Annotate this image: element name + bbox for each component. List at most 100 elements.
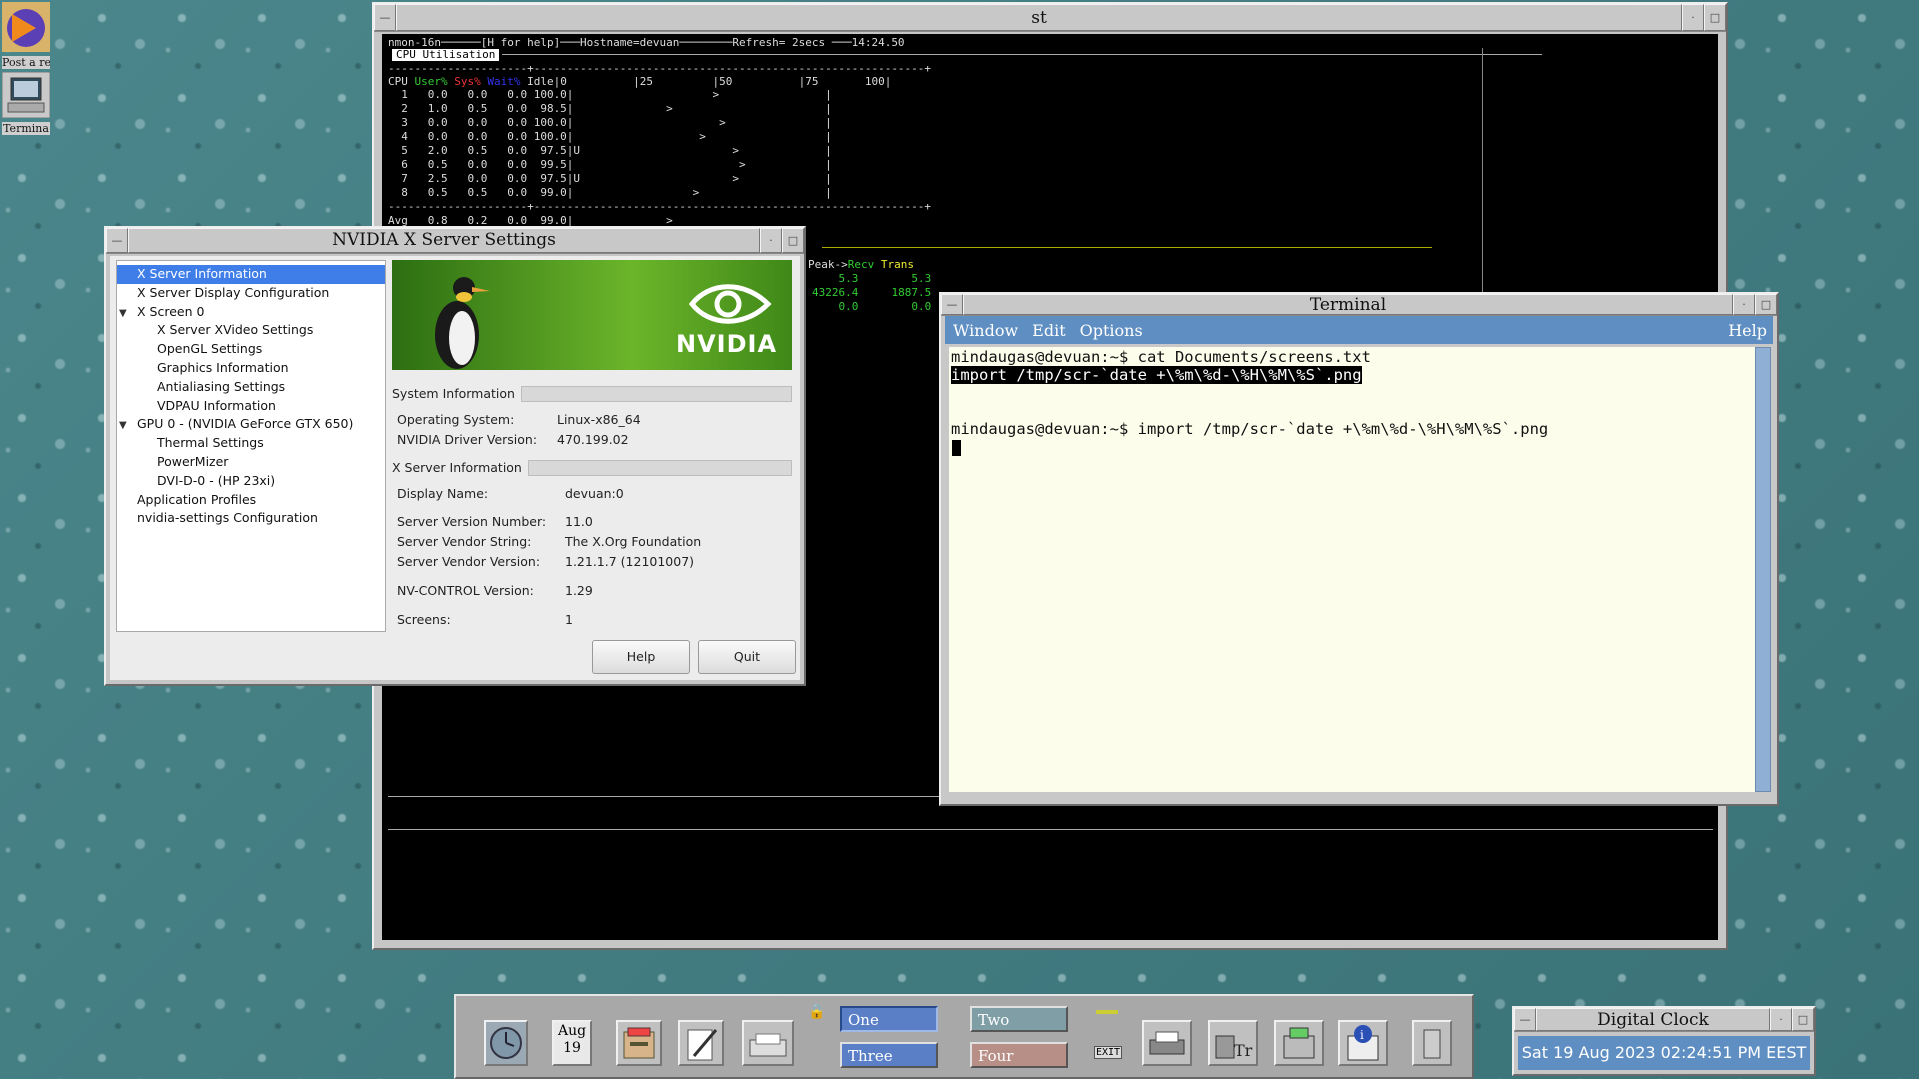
desktop-icon-post[interactable]: Post a re <box>2 2 50 69</box>
window-menu-button[interactable]: — <box>374 4 396 31</box>
tree-item[interactable]: ▼ X Screen 0 <box>117 303 385 322</box>
tree-item-label: VDPAU Information <box>157 397 276 413</box>
workspace-one-button[interactable]: One <box>840 1006 938 1032</box>
tree-item[interactable]: VDPAU Information <box>117 397 385 416</box>
workspace-three-button[interactable]: Three <box>840 1042 938 1068</box>
tree-item[interactable]: Antialiasing Settings <box>117 378 385 397</box>
col-wait: Wait% <box>487 75 521 88</box>
exit-left-icon[interactable] <box>808 1042 828 1062</box>
tree-item[interactable]: X Server Information <box>117 265 385 284</box>
net-peak-label: Peak-> <box>808 258 848 271</box>
calendar-button[interactable]: Aug 19 <box>552 1020 592 1066</box>
terminal-scrollbar[interactable] <box>1755 347 1771 792</box>
quit-button[interactable]: Quit <box>698 640 796 674</box>
maximize-button[interactable]: □ <box>1792 1008 1814 1031</box>
minimize-button[interactable]: · <box>760 228 782 253</box>
cpu-row: 1 0.0 0.0 0.0 100.0| > | <box>388 88 832 101</box>
workspace-four-button[interactable]: Four <box>970 1042 1068 1068</box>
clock-app-button[interactable] <box>484 1020 528 1066</box>
tree-item-label: X Screen 0 <box>136 303 205 319</box>
exit-button[interactable]: EXIT <box>1094 1046 1123 1059</box>
maximize-button[interactable]: □ <box>1704 4 1726 31</box>
cpu-row: 3 0.0 0.0 0.0 100.0| > | <box>388 116 832 129</box>
screens-row: Screens: 1 <box>397 612 573 627</box>
col-cpu: CPU <box>388 75 408 88</box>
tree-item[interactable]: Application Profiles <box>117 491 385 510</box>
desktop-icon-terminal-label: Termina <box>2 122 50 135</box>
tree-item[interactable]: PowerMizer <box>117 453 385 472</box>
tree-item-label: Application Profiles <box>137 491 257 507</box>
expander-icon[interactable]: ▼ <box>119 417 133 436</box>
tree-item-label: Thermal Settings <box>157 435 264 451</box>
screens-value: 1 <box>565 612 573 627</box>
menu-edit[interactable]: Edit <box>1032 321 1065 340</box>
minimize-button[interactable]: · <box>1682 4 1704 31</box>
minimize-button[interactable]: · <box>1770 1008 1792 1031</box>
nvctrl-label: NV-CONTROL Version: <box>397 583 534 598</box>
cpu-row: 7 2.5 0.0 0.0 97.5|U > | <box>388 172 832 185</box>
workspace-two-button[interactable]: Two <box>970 1006 1068 1032</box>
digital-clock-window: — Digital Clock · □ Sat 19 Aug 2023 02:2… <box>1512 1006 1816 1076</box>
terminal-titlebar[interactable]: — Terminal · □ <box>941 294 1777 316</box>
clock-time: Sat 19 Aug 2023 02:24:51 PM EEST <box>1518 1036 1810 1070</box>
tree-item-label: X Server Information <box>137 266 267 281</box>
mail-button[interactable] <box>742 1020 794 1066</box>
trash-button[interactable] <box>1412 1020 1452 1066</box>
tree-item[interactable]: Graphics Information <box>117 359 385 378</box>
driver-row: NVIDIA Driver Version: 470.199.02 <box>397 432 629 447</box>
file-cabinet-icon <box>623 1027 655 1059</box>
desktop-icon-post-label: Post a re <box>2 56 50 69</box>
help-button[interactable]: Help <box>592 640 690 674</box>
nvidia-logo-text: NVIDIA <box>676 330 778 358</box>
style-manager-button[interactable]: Tr <box>1208 1020 1258 1066</box>
terminal-window: — Terminal · □ Window Edit Options Help … <box>939 292 1779 806</box>
nvidia-titlebar[interactable]: — NVIDIA X Server Settings · □ <box>106 228 804 254</box>
terminal-line: mindaugas@devuan:~$ cat Documents/screen… <box>951 348 1371 366</box>
tree-item-label: GPU 0 - (NVIDIA GeForce GTX 650) <box>136 416 354 432</box>
printer-button[interactable] <box>1142 1020 1192 1066</box>
tree-item[interactable]: OpenGL Settings <box>117 340 385 359</box>
maximize-button[interactable]: □ <box>1755 294 1777 315</box>
clock-icon <box>490 1027 522 1059</box>
menu-options[interactable]: Options <box>1080 321 1143 340</box>
app-manager-button[interactable] <box>1274 1020 1324 1066</box>
file-manager-button[interactable] <box>616 1020 662 1066</box>
calendar-day: 19 <box>563 1040 581 1056</box>
svn-label: Server Version Number: <box>397 514 547 529</box>
tree-item[interactable]: nvidia-settings Configuration <box>117 509 385 528</box>
terminal-line-selected: import /tmp/scr-`date +\%m\%d-\%H\%M\%S`… <box>951 366 1362 384</box>
minimize-button[interactable]: · <box>1733 294 1755 315</box>
net-header: Peak->Recv Trans <box>808 258 914 271</box>
penguin-icon <box>435 277 490 369</box>
tree-item[interactable]: Thermal Settings <box>117 434 385 453</box>
terminal-screen[interactable]: mindaugas@devuan:~$ cat Documents/screen… <box>949 347 1755 792</box>
help-manager-button[interactable]: i <box>1338 1020 1388 1066</box>
svg-text:Tr: Tr <box>1234 1041 1253 1060</box>
lock-icon[interactable]: 🔒 <box>808 1004 828 1024</box>
expander-icon[interactable]: ▼ <box>119 305 133 324</box>
window-menu-button[interactable]: — <box>941 294 963 315</box>
window-menu-button[interactable]: — <box>106 228 128 253</box>
window-menu-button[interactable]: — <box>1514 1008 1536 1031</box>
nmon-dashes-mid: ---------------------+------------------… <box>388 200 932 213</box>
cpu-row: 2 1.0 0.5 0.0 98.5| > | <box>388 102 832 115</box>
menu-window[interactable]: Window <box>953 321 1018 340</box>
st-titlebar[interactable]: — st · □ <box>374 4 1726 32</box>
tree-item[interactable]: X Server XVideo Settings <box>117 321 385 340</box>
tree-item[interactable]: ▼ GPU 0 - (NVIDIA GeForce GTX 650) <box>117 415 385 434</box>
menu-help[interactable]: Help <box>1728 321 1767 340</box>
clock-titlebar[interactable]: — Digital Clock · □ <box>1514 1008 1814 1032</box>
net-row: 5.3 5.3 <box>812 272 932 285</box>
cpu-row: 4 0.0 0.0 0.0 100.0| > | <box>388 130 832 143</box>
nvidia-tree[interactable]: X Server Information X Server Display Con… <box>116 260 386 632</box>
tree-item[interactable]: X Server Display Configuration <box>117 284 385 303</box>
text-editor-button[interactable] <box>678 1020 724 1066</box>
maximize-button[interactable]: □ <box>782 228 804 253</box>
vendor-value: The X.Org Foundation <box>565 534 702 549</box>
desktop-icon-terminal[interactable]: Termina <box>1 71 51 135</box>
section-rule <box>520 386 792 402</box>
tree-item-label: X Server Display Configuration <box>137 284 330 300</box>
tree-item[interactable]: DVI-D-0 - (HP 23xi) <box>117 472 385 491</box>
driver-label: NVIDIA Driver Version: <box>397 432 538 447</box>
os-label: Operating System: <box>397 412 515 427</box>
